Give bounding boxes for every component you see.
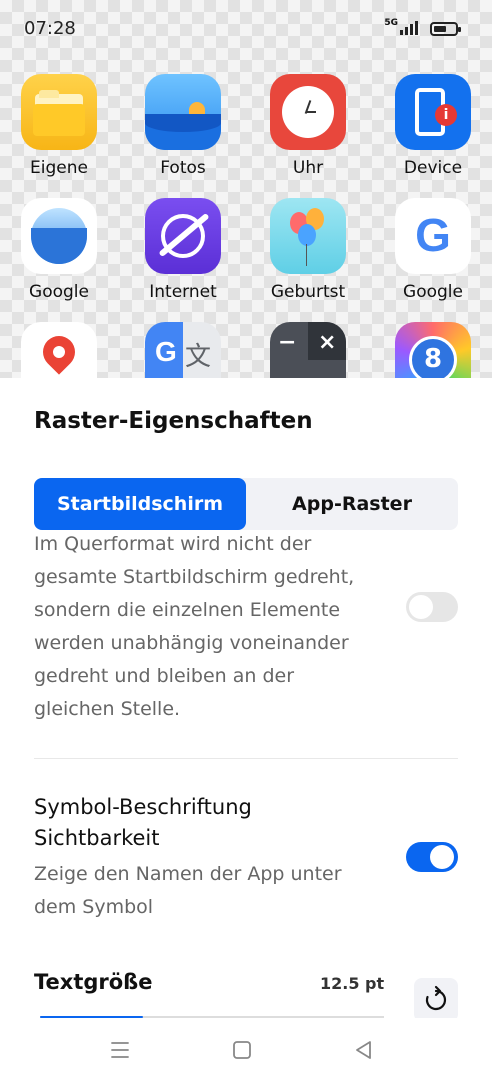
text-size-title: Textgröße [34,970,153,994]
tab-startbildschirm[interactable]: Startbildschirm [34,478,246,530]
menu-icon[interactable] [102,1032,138,1068]
app-geburtstag[interactable]: Geburtst [253,198,363,302]
app-label: Fotos [160,158,206,178]
status-bar: 07:28 5G [0,0,492,58]
browser-icon [145,198,221,274]
app-label: Google [29,282,89,302]
app-uhr[interactable]: Uhr [253,74,363,178]
app-label: Uhr [292,158,324,178]
clock-icon [270,74,346,150]
back-icon[interactable] [346,1032,382,1068]
signal-icon [400,21,418,35]
app-eigene[interactable]: Eigene [4,74,114,178]
tab-app-raster[interactable]: App-Raster [246,478,458,530]
app-device[interactable]: i Device [378,74,488,178]
app-label: Google [403,282,463,302]
label-visibility-title: Symbol-Beschriftung Sichtbarkeit [34,795,252,850]
label-visibility-toggle[interactable] [406,842,458,872]
app-label: Internet [149,282,217,302]
sheet-title: Raster-Eigenschaften [34,408,313,434]
battery-icon [430,22,461,36]
app-label: Device [403,158,463,178]
segmented-control: Startbildschirm App-Raster [34,478,458,530]
reset-button[interactable] [414,978,458,1022]
home-icon[interactable] [224,1032,260,1068]
app-label: Eigene [30,158,88,178]
divider [34,758,458,759]
rotation-toggle[interactable] [406,592,458,622]
balloons-icon [270,198,346,274]
app-label: Geburtst [270,282,346,302]
grid-properties-sheet: Raster-Eigenschaften Startbildschirm App… [0,378,492,1022]
status-time: 07:28 [24,18,76,39]
google-earth-icon [21,198,97,274]
photos-icon [145,74,221,150]
app-google[interactable]: G Google [378,198,488,302]
folder-icon [21,74,97,150]
app-internet[interactable]: Internet [128,198,238,302]
app-google-earth[interactable]: Google [4,198,114,302]
app-fotos[interactable]: Fotos [128,74,238,178]
text-size-value: 12.5 pt [320,974,385,993]
reset-icon [425,985,447,1011]
network-type: 5G [384,18,398,28]
navigation-bar [0,1018,492,1080]
device-info-icon: i [395,74,471,150]
label-visibility-description: Zeige den Namen der App unter dem Symbol [34,863,342,918]
google-g-icon: G [395,198,471,274]
rotation-description: Im Querformat wird nicht der gesamte Sta… [34,533,355,720]
